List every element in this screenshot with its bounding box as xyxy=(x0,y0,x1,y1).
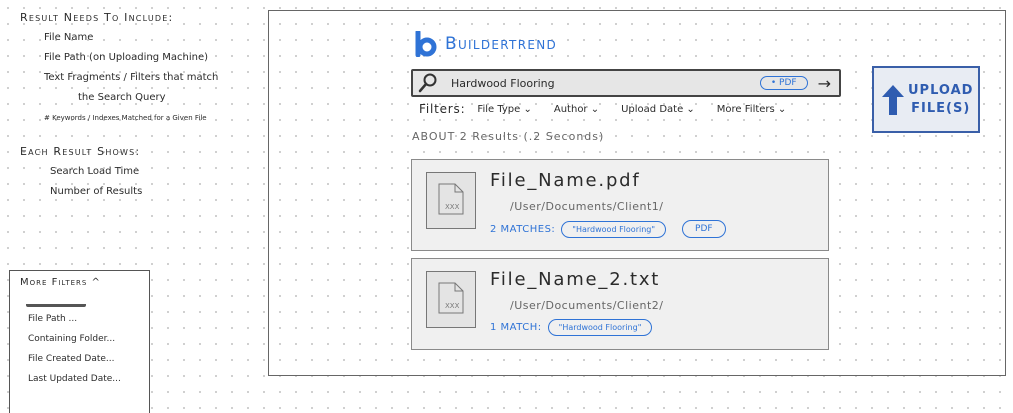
more-filters-toggle[interactable]: More Filters ^ xyxy=(10,271,149,292)
result-matches: 1 MATCH: "Hardwood Flooring" xyxy=(490,319,653,336)
result-file-path: /User/Documents/Client1/ xyxy=(510,200,664,213)
buildertrend-logo-icon xyxy=(415,31,437,57)
upload-label-line2: FILE(S) xyxy=(911,100,971,116)
match-count: 1 MATCH: xyxy=(490,322,542,333)
filters-label: Filters: xyxy=(419,102,466,116)
search-page-frame: Buildertrend Hardwood Flooring PDF → UPL… xyxy=(268,10,1006,376)
file-thumb-label: XXX xyxy=(445,302,460,310)
search-result-card[interactable]: XXX File_Name.pdf /User/Documents/Client… xyxy=(411,159,829,251)
brand-header[interactable]: Buildertrend xyxy=(413,31,557,57)
arrow-right-icon[interactable]: → xyxy=(818,74,831,93)
file-thumb-label: XXX xyxy=(445,203,460,211)
keyword-match-pill[interactable]: "Hardwood Flooring" xyxy=(547,319,653,336)
requirements-notes: Result Needs To Include: File Name File … xyxy=(20,8,270,202)
filter-author-dropdown[interactable]: Author xyxy=(554,104,599,115)
filter-more-filters-dropdown[interactable]: More Filters xyxy=(717,104,787,115)
result-matches: 2 MATCHES: "Hardwood Flooring" PDF xyxy=(490,220,726,238)
match-count: 2 MATCHES: xyxy=(490,223,556,235)
result-file-name[interactable]: File_Name_2.txt xyxy=(490,269,660,290)
upload-label: UPLOAD FILE(S) xyxy=(908,82,973,118)
search-input[interactable]: Hardwood Flooring xyxy=(451,77,760,90)
result-file-name[interactable]: File_Name.pdf xyxy=(490,170,641,191)
file-type-pill[interactable]: PDF xyxy=(682,220,726,238)
brand-name: Buildertrend xyxy=(445,34,558,54)
upload-files-button[interactable]: UPLOAD FILE(S) xyxy=(872,66,980,133)
note-item: Search Load Time xyxy=(50,166,140,177)
note-item: Number of Results xyxy=(50,186,143,197)
file-icon: XXX xyxy=(438,282,464,314)
filter-option-file-created[interactable]: File Created Date... xyxy=(10,349,149,369)
search-bar[interactable]: Hardwood Flooring PDF → xyxy=(411,69,841,97)
filter-option-containing-folder[interactable]: Containing Folder... xyxy=(10,329,149,349)
filter-option-last-updated[interactable]: Last Updated Date... xyxy=(10,369,149,389)
magnifier-icon xyxy=(418,73,437,93)
file-thumbnail: XXX xyxy=(426,172,476,229)
search-result-card[interactable]: XXX File_Name_2.txt /User/Documents/Clie… xyxy=(411,258,829,350)
note-item: Text Fragments / Filters that match xyxy=(44,72,219,83)
filter-upload-date-dropdown[interactable]: Upload Date xyxy=(621,104,695,115)
upload-label-line1: UPLOAD xyxy=(908,82,974,98)
note-item: File Path (on Uploading Machine) xyxy=(44,52,209,63)
note-item: the Search Query xyxy=(78,92,166,103)
arrow-up-icon xyxy=(882,84,904,115)
scribbled-option xyxy=(26,298,86,307)
notes-heading-result: Result Needs To Include: xyxy=(20,11,174,24)
file-thumbnail: XXX xyxy=(426,271,476,328)
results-summary: ABOUT 2 Results (.2 Seconds) xyxy=(412,130,605,143)
filter-bar: Filters: File Type Author Upload Date Mo… xyxy=(419,102,808,116)
file-icon: XXX xyxy=(438,183,464,215)
note-item: # Keywords / Indexes Matched for a Given… xyxy=(44,114,207,122)
filter-option-file-path[interactable]: File Path ... xyxy=(10,309,149,329)
notes-heading-each-result: Each Result Shows: xyxy=(20,145,141,158)
note-item: File Name xyxy=(44,32,94,43)
filter-file-type-dropdown[interactable]: File Type xyxy=(477,104,531,115)
search-filter-tag-pdf[interactable]: PDF xyxy=(759,76,808,90)
keyword-match-pill[interactable]: "Hardwood Flooring" xyxy=(561,220,667,238)
more-filters-panel: More Filters ^ File Path ... Containing … xyxy=(9,270,150,413)
result-file-path: /User/Documents/Client2/ xyxy=(510,299,664,312)
